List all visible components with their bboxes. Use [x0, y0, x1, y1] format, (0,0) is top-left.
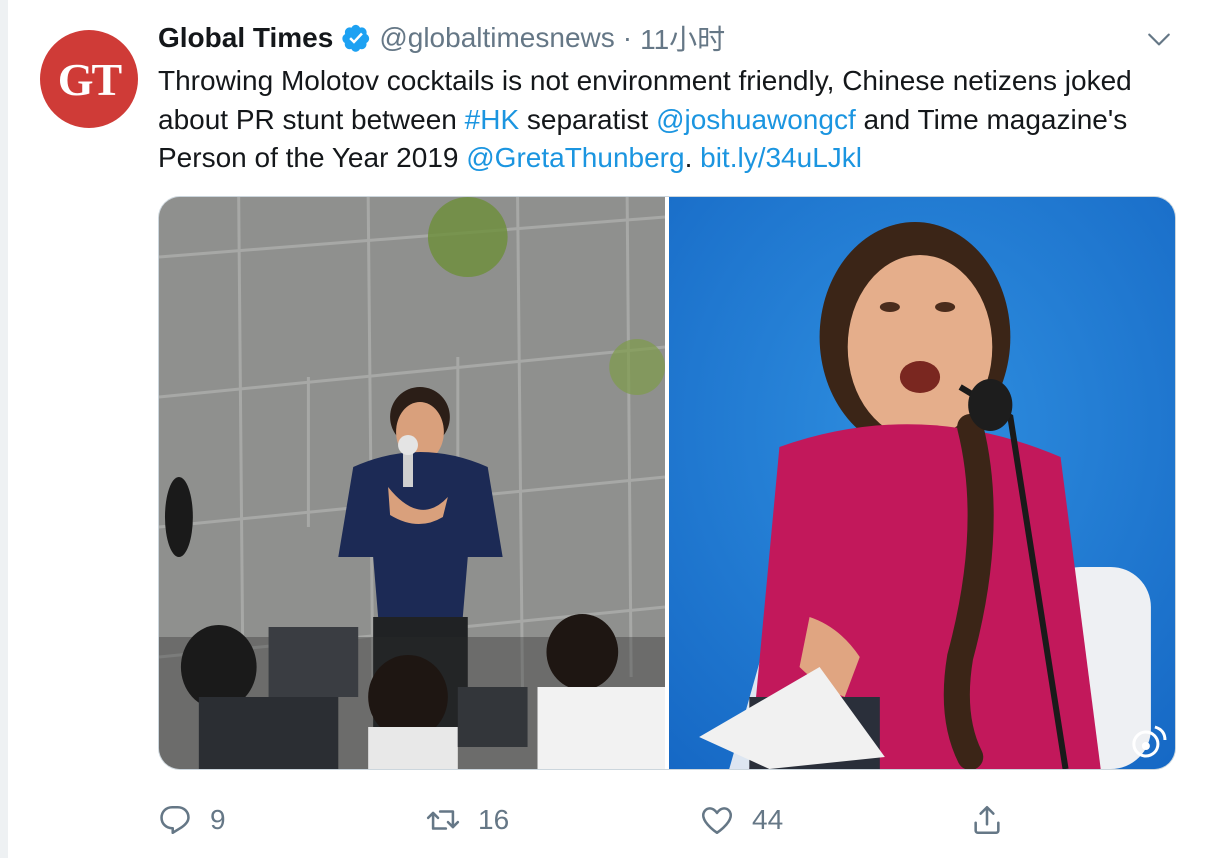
reply-icon — [160, 805, 190, 835]
verified-badge-icon — [342, 24, 370, 52]
tweet-header: Global Times @globaltimesnews · 11小时 — [158, 20, 725, 56]
url-link[interactable]: bit.ly/34uLJkl — [700, 142, 862, 173]
retweet-button[interactable]: 16 — [426, 798, 509, 842]
chevron-down-icon[interactable] — [1146, 26, 1172, 52]
tweet-actions: 9 16 44 — [158, 798, 1038, 842]
retweet-icon — [426, 810, 460, 830]
like-button[interactable]: 44 — [700, 798, 783, 842]
tweet-text-part: separatist — [519, 103, 657, 135]
author-avatar[interactable]: GT — [40, 30, 138, 128]
hashtag-link[interactable]: #HK — [465, 104, 519, 135]
like-count: 44 — [752, 804, 784, 835]
media-photo-right[interactable] — [669, 197, 1175, 769]
tweet-timestamp[interactable]: 11小时 — [640, 18, 725, 58]
share-icon — [974, 805, 1000, 835]
author-name[interactable]: Global Times — [158, 22, 333, 54]
retweet-count: 16 — [478, 804, 510, 835]
tweet-text: Throwing Molotov cocktails is not enviro… — [158, 62, 1188, 178]
reply-button[interactable]: 9 — [158, 798, 226, 842]
avatar-logo-text: GT — [57, 53, 122, 105]
tweet-text-part: . — [684, 142, 701, 173]
reply-count: 9 — [210, 804, 226, 835]
mention-link[interactable]: @joshuawongcf — [656, 104, 856, 135]
like-icon — [701, 807, 733, 835]
photo-speaker-with-microphone — [159, 197, 665, 769]
photo-speaker-at-podium — [669, 197, 1175, 769]
tweet-media — [158, 196, 1176, 770]
mention-link[interactable]: @GretaThunberg — [466, 142, 684, 173]
media-photo-left[interactable] — [159, 197, 665, 769]
header-separator: · — [622, 22, 633, 53]
timeline-left-edge — [0, 0, 8, 858]
author-handle[interactable]: @globaltimesnews — [379, 22, 614, 54]
share-button[interactable] — [970, 798, 1022, 842]
